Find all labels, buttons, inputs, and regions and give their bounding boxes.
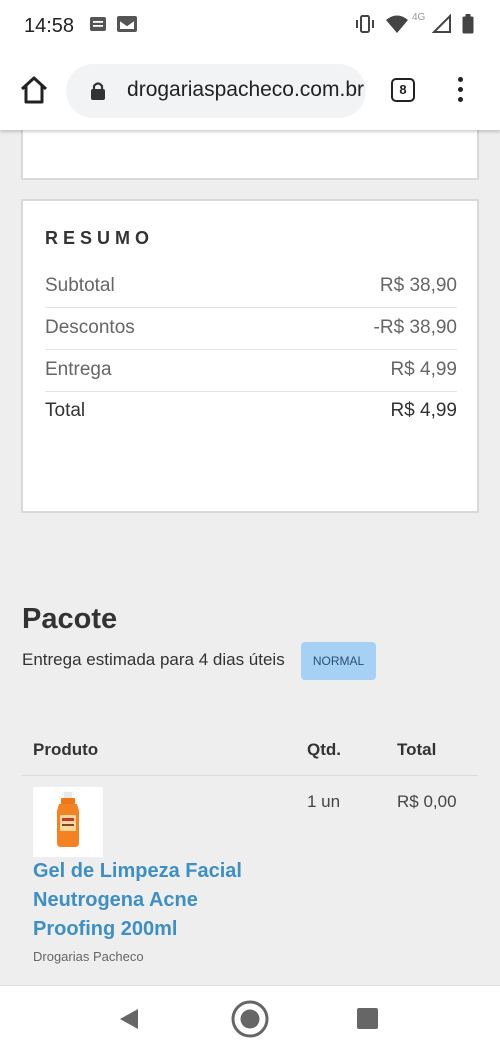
summary-label: Total — [45, 400, 86, 421]
summary-label: Descontos — [45, 317, 135, 338]
tab-switcher-button[interactable]: 8 — [391, 78, 415, 102]
back-icon[interactable] — [118, 1007, 140, 1036]
shipping-type-badge: NORMAL — [301, 642, 376, 680]
summary-label: Entrega — [45, 359, 112, 380]
address-bar[interactable]: drogariaspacheco.com.br — [66, 64, 366, 118]
signal-icon — [431, 13, 452, 39]
browser-toolbar: drogariaspacheco.com.br 8 — [0, 52, 500, 130]
summary-row-delivery: Entrega R$ 4,99 — [45, 349, 457, 392]
system-nav-bar — [0, 985, 500, 1052]
table-divider — [22, 775, 478, 776]
summary-row-discounts: Descontos -R$ 38,90 — [45, 307, 457, 350]
package-title: Pacote — [22, 603, 118, 635]
previous-card — [21, 128, 479, 180]
summary-row-total: Total R$ 4,99 — [45, 390, 457, 432]
summary-value: R$ 4,99 — [390, 359, 457, 380]
summary-label: Subtotal — [45, 275, 115, 296]
recents-icon[interactable] — [357, 1008, 378, 1034]
summary-value: R$ 4,99 — [390, 400, 457, 421]
network-type: 4G — [412, 12, 426, 23]
column-header-total: Total — [397, 740, 437, 759]
url-text: drogariaspacheco.com.br — [127, 78, 364, 101]
gmail-icon — [116, 14, 138, 39]
delivery-estimate: Entrega estimada para 4 dias úteis — [22, 650, 285, 669]
notification-icon — [88, 14, 108, 39]
column-header-qty: Qtd. — [307, 740, 341, 759]
product-image[interactable] — [33, 787, 103, 857]
vibrate-icon — [354, 14, 376, 39]
home-nav-icon[interactable] — [231, 1000, 269, 1043]
summary-row-subtotal: Subtotal R$ 38,90 — [45, 265, 457, 308]
home-icon[interactable] — [18, 74, 50, 106]
product-seller: Drogarias Pacheco — [33, 949, 144, 964]
summary-value: -R$ 38,90 — [373, 317, 457, 338]
summary-title: RESUMO — [45, 228, 155, 248]
summary-value: R$ 38,90 — [379, 275, 457, 296]
overflow-menu-icon[interactable] — [452, 77, 468, 107]
product-total: R$ 0,00 — [397, 792, 457, 811]
status-time: 14:58 — [24, 15, 75, 37]
product-qty: 1 un — [307, 792, 341, 811]
column-header-product: Produto — [33, 740, 99, 759]
lock-icon — [90, 81, 106, 106]
status-bar: 14:58 4G — [0, 0, 500, 52]
product-name-link[interactable]: Gel de Limpeza Facial Neutrogena Acne Pr… — [33, 857, 273, 944]
summary-card: RESUMO Subtotal R$ 38,90 Descontos -R$ 3… — [21, 199, 479, 513]
battery-icon — [462, 14, 474, 39]
wifi-icon — [385, 14, 409, 39]
